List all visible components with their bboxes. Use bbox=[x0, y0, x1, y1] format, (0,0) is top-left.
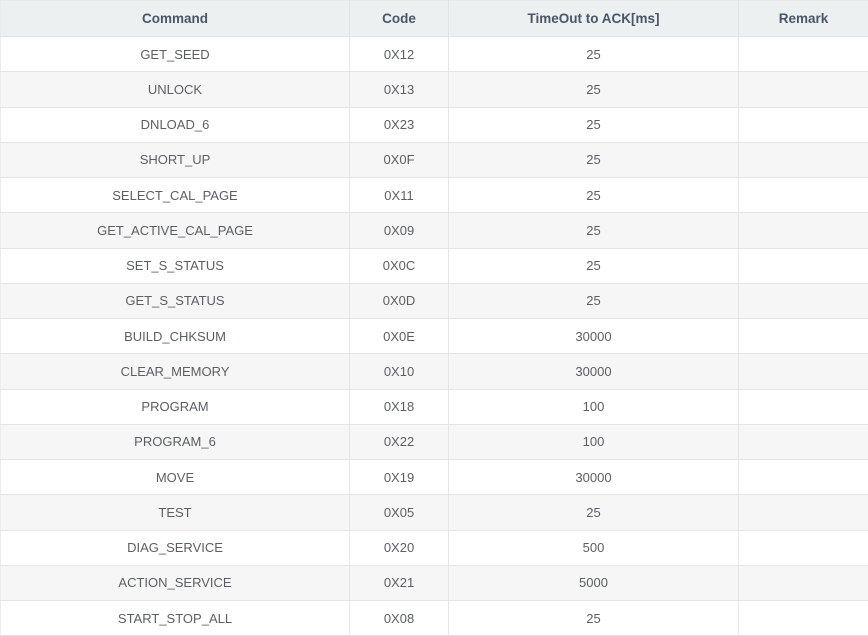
cell-command: BUILD_CHKSUM bbox=[1, 319, 350, 354]
cell-remark bbox=[739, 178, 868, 213]
cell-code: 0X0D bbox=[350, 283, 449, 318]
cell-command: GET_SEED bbox=[1, 37, 350, 72]
cell-timeout: 25 bbox=[449, 37, 739, 72]
cell-timeout: 5000 bbox=[449, 565, 739, 600]
table-row: GET_ACTIVE_CAL_PAGE0X0925 bbox=[1, 213, 868, 248]
cell-command: PROGRAM bbox=[1, 389, 350, 424]
table-row: ACTION_SERVICE0X215000 bbox=[1, 565, 868, 600]
cell-remark bbox=[739, 389, 868, 424]
command-timeout-table: Command Code TimeOut to ACK[ms] Remark G… bbox=[0, 0, 868, 636]
table-row: SELECT_CAL_PAGE0X1125 bbox=[1, 178, 868, 213]
cell-code: 0X08 bbox=[350, 601, 449, 636]
cell-code: 0X0E bbox=[350, 319, 449, 354]
cell-timeout: 25 bbox=[449, 283, 739, 318]
table-row: UNLOCK0X1325 bbox=[1, 72, 868, 107]
table-row: CLEAR_MEMORY0X1030000 bbox=[1, 354, 868, 389]
table-row: DIAG_SERVICE0X20500 bbox=[1, 530, 868, 565]
cell-timeout: 25 bbox=[449, 601, 739, 636]
cell-timeout: 100 bbox=[449, 389, 739, 424]
table-row: MOVE0X1930000 bbox=[1, 460, 868, 495]
table-row: GET_SEED0X1225 bbox=[1, 37, 868, 72]
cell-code: 0X23 bbox=[350, 107, 449, 142]
cell-command: TEST bbox=[1, 495, 350, 530]
cell-code: 0X18 bbox=[350, 389, 449, 424]
cell-timeout: 30000 bbox=[449, 319, 739, 354]
cell-timeout: 30000 bbox=[449, 460, 739, 495]
cell-command: START_STOP_ALL bbox=[1, 601, 350, 636]
table-header-row: Command Code TimeOut to ACK[ms] Remark bbox=[1, 1, 868, 37]
cell-timeout: 100 bbox=[449, 424, 739, 459]
cell-command: ACTION_SERVICE bbox=[1, 565, 350, 600]
cell-code: 0X0C bbox=[350, 248, 449, 283]
cell-timeout: 25 bbox=[449, 213, 739, 248]
table-row: SET_S_STATUS0X0C25 bbox=[1, 248, 868, 283]
cell-remark bbox=[739, 142, 868, 177]
cell-code: 0X05 bbox=[350, 495, 449, 530]
cell-timeout: 25 bbox=[449, 142, 739, 177]
cell-code: 0X22 bbox=[350, 424, 449, 459]
cell-code: 0X13 bbox=[350, 72, 449, 107]
cell-remark bbox=[739, 424, 868, 459]
table-body: GET_SEED0X1225UNLOCK0X1325DNLOAD_60X2325… bbox=[1, 37, 868, 636]
table-row: TEST0X0525 bbox=[1, 495, 868, 530]
cell-command: CLEAR_MEMORY bbox=[1, 354, 350, 389]
cell-timeout: 500 bbox=[449, 530, 739, 565]
column-header-code: Code bbox=[350, 1, 449, 37]
cell-command: DNLOAD_6 bbox=[1, 107, 350, 142]
cell-remark bbox=[739, 460, 868, 495]
cell-command: MOVE bbox=[1, 460, 350, 495]
cell-code: 0X09 bbox=[350, 213, 449, 248]
cell-command: UNLOCK bbox=[1, 72, 350, 107]
column-header-command: Command bbox=[1, 1, 350, 37]
column-header-timeout: TimeOut to ACK[ms] bbox=[449, 1, 739, 37]
table-row: DNLOAD_60X2325 bbox=[1, 107, 868, 142]
cell-command: DIAG_SERVICE bbox=[1, 530, 350, 565]
cell-timeout: 30000 bbox=[449, 354, 739, 389]
cell-timeout: 25 bbox=[449, 248, 739, 283]
table-row: PROGRAM0X18100 bbox=[1, 389, 868, 424]
cell-remark bbox=[739, 248, 868, 283]
cell-code: 0X0F bbox=[350, 142, 449, 177]
table-row: START_STOP_ALL0X0825 bbox=[1, 601, 868, 636]
cell-command: SELECT_CAL_PAGE bbox=[1, 178, 350, 213]
cell-timeout: 25 bbox=[449, 178, 739, 213]
cell-command: PROGRAM_6 bbox=[1, 424, 350, 459]
cell-code: 0X11 bbox=[350, 178, 449, 213]
cell-remark bbox=[739, 601, 868, 636]
cell-remark bbox=[739, 565, 868, 600]
cell-code: 0X10 bbox=[350, 354, 449, 389]
cell-command: GET_ACTIVE_CAL_PAGE bbox=[1, 213, 350, 248]
cell-code: 0X12 bbox=[350, 37, 449, 72]
column-header-remark: Remark bbox=[739, 1, 868, 37]
table-header: Command Code TimeOut to ACK[ms] Remark bbox=[1, 1, 868, 37]
cell-command: SHORT_UP bbox=[1, 142, 350, 177]
cell-remark bbox=[739, 319, 868, 354]
table-row: GET_S_STATUS0X0D25 bbox=[1, 283, 868, 318]
cell-remark bbox=[739, 283, 868, 318]
cell-remark bbox=[739, 37, 868, 72]
table-row: SHORT_UP0X0F25 bbox=[1, 142, 868, 177]
cell-code: 0X19 bbox=[350, 460, 449, 495]
cell-remark bbox=[739, 354, 868, 389]
cell-code: 0X20 bbox=[350, 530, 449, 565]
cell-remark bbox=[739, 530, 868, 565]
cell-remark bbox=[739, 72, 868, 107]
cell-remark bbox=[739, 107, 868, 142]
cell-timeout: 25 bbox=[449, 107, 739, 142]
table-row: PROGRAM_60X22100 bbox=[1, 424, 868, 459]
cell-timeout: 25 bbox=[449, 72, 739, 107]
cell-code: 0X21 bbox=[350, 565, 449, 600]
cell-timeout: 25 bbox=[449, 495, 739, 530]
cell-remark bbox=[739, 495, 868, 530]
cell-command: GET_S_STATUS bbox=[1, 283, 350, 318]
cell-remark bbox=[739, 213, 868, 248]
table-row: BUILD_CHKSUM0X0E30000 bbox=[1, 319, 868, 354]
cell-command: SET_S_STATUS bbox=[1, 248, 350, 283]
